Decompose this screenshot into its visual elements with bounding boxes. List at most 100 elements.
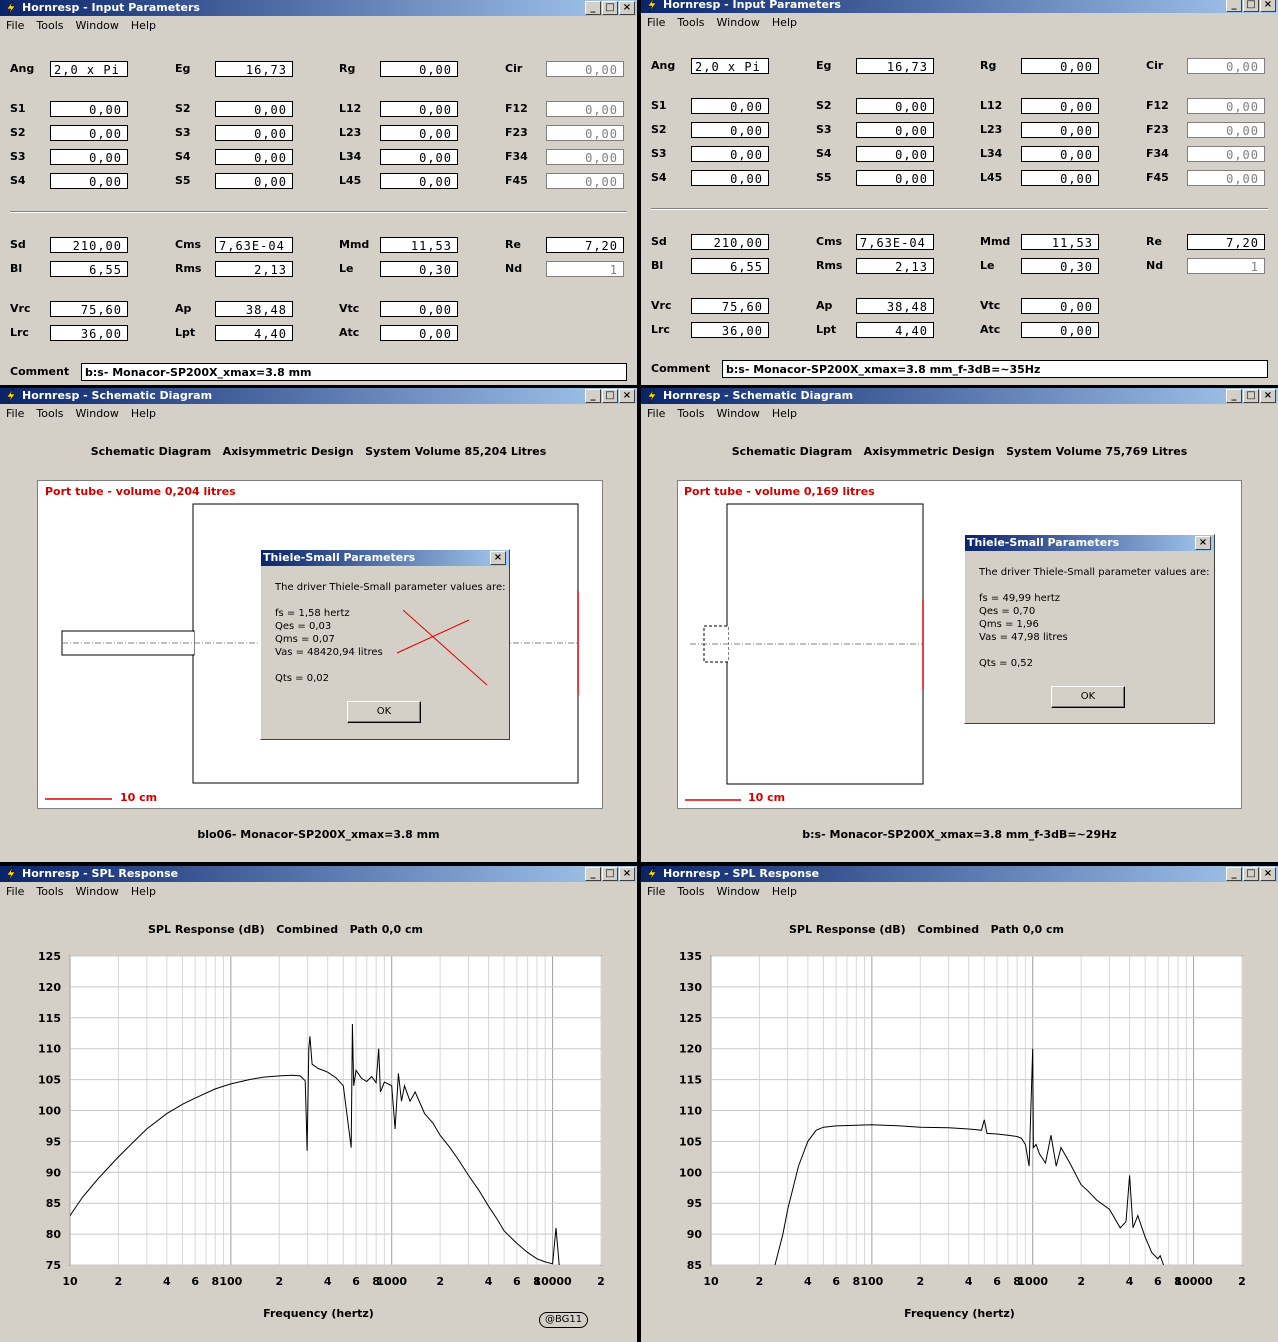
- close-icon[interactable]: ×: [619, 389, 635, 403]
- titlebar[interactable]: Hornresp - Schematic Diagram _ □ ×: [0, 388, 637, 404]
- param-field-s3[interactable]: 0,00: [215, 125, 293, 141]
- param-field-cir[interactable]: 0,00: [546, 61, 624, 77]
- param-field-nd[interactable]: 1: [1187, 258, 1265, 274]
- param-field-vtc[interactable]: 0,00: [380, 301, 458, 317]
- menu-tools[interactable]: Tools: [30, 16, 69, 35]
- param-field-s3[interactable]: 0,00: [856, 122, 934, 138]
- param-field-le[interactable]: 0,30: [380, 261, 458, 277]
- param-field-atc[interactable]: 0,00: [1021, 322, 1099, 338]
- param-field-lpt[interactable]: 4,40: [215, 325, 293, 341]
- param-field-f45[interactable]: 0,00: [546, 173, 624, 189]
- param-field-s1[interactable]: 0,00: [50, 101, 128, 117]
- menu-file[interactable]: File: [0, 16, 30, 35]
- param-field-vrc[interactable]: 75,60: [691, 298, 769, 314]
- close-icon[interactable]: ×: [1260, 389, 1276, 403]
- param-field-ang[interactable]: 2,0 x Pi: [691, 58, 769, 74]
- dialog-close-icon[interactable]: ×: [1195, 536, 1211, 550]
- param-field-eg[interactable]: 16,73: [856, 58, 934, 74]
- param-field-l23[interactable]: 0,00: [380, 125, 458, 141]
- param-field-vtc[interactable]: 0,00: [1021, 298, 1099, 314]
- maximize-icon[interactable]: □: [602, 1, 618, 15]
- param-field-s5[interactable]: 0,00: [856, 170, 934, 186]
- param-field-lrc[interactable]: 36,00: [691, 322, 769, 338]
- param-field-l23[interactable]: 0,00: [1021, 122, 1099, 138]
- param-field-bl[interactable]: 6,55: [50, 261, 128, 277]
- param-field-l12[interactable]: 0,00: [1021, 98, 1099, 114]
- param-field-l12[interactable]: 0,00: [380, 101, 458, 117]
- menu-file[interactable]: File: [641, 13, 671, 32]
- param-field-eg[interactable]: 16,73: [215, 61, 293, 77]
- param-field-s2[interactable]: 0,00: [215, 101, 293, 117]
- param-field-s3[interactable]: 0,00: [691, 146, 769, 162]
- titlebar[interactable]: Hornresp - Schematic Diagram _ □ ×: [641, 388, 1278, 404]
- minimize-icon[interactable]: _: [1226, 389, 1242, 403]
- param-field-ang[interactable]: 2,0 x Pi: [50, 61, 128, 77]
- param-field-s3[interactable]: 0,00: [50, 149, 128, 165]
- menu-tools[interactable]: Tools: [671, 404, 710, 423]
- param-field-s2[interactable]: 0,00: [50, 125, 128, 141]
- param-field-mmd[interactable]: 11,53: [1021, 234, 1099, 250]
- param-field-sd[interactable]: 210,00: [691, 234, 769, 250]
- param-field-rms[interactable]: 2,13: [856, 258, 934, 274]
- close-icon[interactable]: ×: [619, 1, 635, 15]
- param-field-l45[interactable]: 0,00: [380, 173, 458, 189]
- comment-field[interactable]: b:s- Monacor-SP200X_xmax=3.8 mm: [81, 363, 627, 381]
- menu-tools[interactable]: Tools: [671, 13, 710, 32]
- param-field-rg[interactable]: 0,00: [380, 61, 458, 77]
- param-field-f23[interactable]: 0,00: [1187, 122, 1265, 138]
- minimize-icon[interactable]: _: [585, 1, 601, 15]
- param-field-mmd[interactable]: 11,53: [380, 237, 458, 253]
- param-field-re[interactable]: 7,20: [1187, 234, 1265, 250]
- menu-window[interactable]: Window: [70, 16, 125, 35]
- param-field-rms[interactable]: 2,13: [215, 261, 293, 277]
- comment-field[interactable]: b:s- Monacor-SP200X_xmax=3.8 mm_f-3dB=~3…: [722, 360, 1268, 378]
- ok-button[interactable]: OK: [347, 701, 421, 723]
- param-field-s4[interactable]: 0,00: [50, 173, 128, 189]
- param-field-sd[interactable]: 210,00: [50, 237, 128, 253]
- param-field-lpt[interactable]: 4,40: [856, 322, 934, 338]
- param-field-ap[interactable]: 38,48: [215, 301, 293, 317]
- param-field-bl[interactable]: 6,55: [691, 258, 769, 274]
- param-field-atc[interactable]: 0,00: [380, 325, 458, 341]
- ok-button[interactable]: OK: [1051, 686, 1125, 708]
- menu-file[interactable]: File: [0, 404, 30, 423]
- maximize-icon[interactable]: □: [1243, 389, 1259, 403]
- close-icon[interactable]: ×: [1260, 0, 1276, 12]
- param-field-ap[interactable]: 38,48: [856, 298, 934, 314]
- param-field-vrc[interactable]: 75,60: [50, 301, 128, 317]
- titlebar[interactable]: Hornresp - Input Parameters _ □ ×: [641, 0, 1278, 13]
- menu-help[interactable]: Help: [766, 13, 803, 32]
- param-field-f12[interactable]: 0,00: [546, 101, 624, 117]
- param-field-l45[interactable]: 0,00: [1021, 170, 1099, 186]
- param-field-cir[interactable]: 0,00: [1187, 58, 1265, 74]
- menu-file[interactable]: File: [641, 404, 671, 423]
- param-field-rg[interactable]: 0,00: [1021, 58, 1099, 74]
- menu-window[interactable]: Window: [711, 404, 766, 423]
- param-field-s1[interactable]: 0,00: [691, 98, 769, 114]
- param-field-s5[interactable]: 0,00: [215, 173, 293, 189]
- dialog-close-icon[interactable]: ×: [490, 551, 506, 565]
- param-field-cms[interactable]: 7,63E-04: [856, 234, 934, 250]
- param-field-le[interactable]: 0,30: [1021, 258, 1099, 274]
- param-field-re[interactable]: 7,20: [546, 237, 624, 253]
- param-field-l34[interactable]: 0,00: [1021, 146, 1099, 162]
- menu-tools[interactable]: Tools: [30, 404, 69, 423]
- minimize-icon[interactable]: _: [585, 389, 601, 403]
- menu-help[interactable]: Help: [125, 16, 162, 35]
- titlebar[interactable]: Hornresp - Input Parameters _ □ ×: [0, 0, 637, 16]
- param-field-s4[interactable]: 0,00: [856, 146, 934, 162]
- param-field-f12[interactable]: 0,00: [1187, 98, 1265, 114]
- param-field-nd[interactable]: 1: [546, 261, 624, 277]
- dialog-titlebar[interactable]: Thiele-Small Parameters ×: [261, 550, 509, 566]
- menu-help[interactable]: Help: [125, 404, 162, 423]
- param-field-f23[interactable]: 0,00: [546, 125, 624, 141]
- dialog-titlebar[interactable]: Thiele-Small Parameters ×: [965, 535, 1214, 551]
- param-field-f34[interactable]: 0,00: [546, 149, 624, 165]
- param-field-l34[interactable]: 0,00: [380, 149, 458, 165]
- param-field-s2[interactable]: 0,00: [856, 98, 934, 114]
- menu-window[interactable]: Window: [70, 404, 125, 423]
- minimize-icon[interactable]: _: [1226, 0, 1242, 12]
- maximize-icon[interactable]: □: [602, 389, 618, 403]
- param-field-s4[interactable]: 0,00: [691, 170, 769, 186]
- param-field-f45[interactable]: 0,00: [1187, 170, 1265, 186]
